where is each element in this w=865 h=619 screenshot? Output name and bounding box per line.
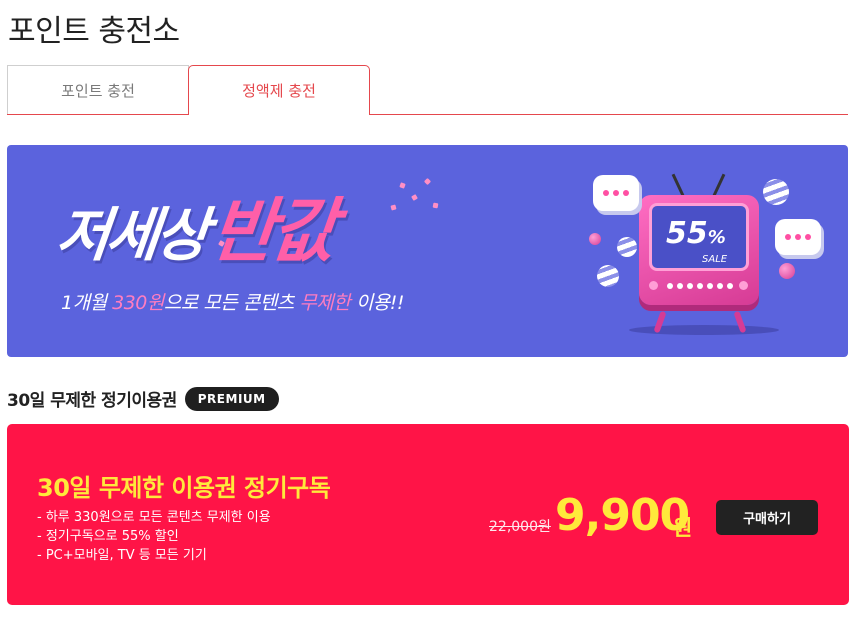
banner-headline-pink: 반값: [207, 190, 337, 272]
tab-subscription-charge[interactable]: 정액제 충전: [188, 65, 370, 116]
tv-percent-sign: %: [707, 227, 726, 248]
banner-headline-white: 저세상: [53, 201, 209, 269]
chat-bubble-icon: [593, 175, 639, 211]
tv-screen: 55% SALE: [649, 203, 749, 271]
tab-underline: [7, 114, 848, 115]
tv-body: 55% SALE: [639, 195, 759, 305]
pink-ball-decoration: [779, 263, 795, 279]
premium-badge: PREMIUM: [184, 386, 279, 411]
pink-ball-decoration: [589, 233, 601, 245]
tv-sale-label: SALE: [702, 254, 728, 265]
banner-sub-suffix: 이용!!: [350, 292, 405, 314]
banner-sub-prefix: 1개월: [61, 292, 113, 314]
section-title: 30일 무제한 정기이용권: [7, 391, 177, 411]
striped-ball-decoration: [597, 265, 619, 287]
banner-sub-mid: 으로 모든 콘텐츠: [163, 292, 300, 314]
chat-bubble-icon: [775, 219, 821, 255]
tv-percent: 55%: [666, 216, 726, 251]
tv-shadow: [629, 325, 779, 335]
product-feature: - 정기구독으로 55% 할인: [37, 529, 179, 544]
confetti-decoration: [423, 177, 432, 186]
tv-percent-value: 55: [666, 216, 708, 251]
product-feature: - PC+모바일, TV 등 모든 기기: [37, 548, 207, 563]
sale-price: 9,900: [555, 490, 690, 541]
banner-headline: 저세상반값: [53, 175, 338, 272]
section-header: 30일 무제한 정기이용권 PREMIUM: [7, 386, 279, 411]
confetti-decoration: [399, 182, 406, 189]
original-price: 22,000원: [489, 519, 551, 535]
striped-ball-decoration: [763, 179, 789, 205]
banner-sub-highlight: 무제한: [299, 292, 351, 314]
promo-banner[interactable]: 저세상반값 1개월 330원으로 모든 콘텐츠 무제한 이용!! 55% SAL…: [7, 145, 848, 357]
tv-knob: [649, 281, 658, 290]
tv-illustration: 55% SALE: [577, 165, 847, 355]
confetti-decoration: [432, 202, 439, 209]
product-card: 30일 무제한 이용권 정기구독 - 하루 330원으로 모든 콘텐츠 무제한 …: [7, 424, 849, 605]
tv-dots: [667, 283, 733, 289]
confetti-decoration: [390, 204, 397, 211]
tv-knob: [739, 281, 748, 290]
banner-sub-price: 330원: [112, 292, 164, 314]
product-feature: - 하루 330원으로 모든 콘텐츠 무제한 이용: [37, 510, 271, 525]
banner-subtitle: 1개월 330원으로 모든 콘텐츠 무제한 이용!!: [61, 288, 405, 315]
page: 포인트 충전소 포인트 충전 정액제 충전 저세상반값 1개월 330원으로 모…: [0, 0, 865, 619]
product-title: 30일 무제한 이용권 정기구독: [37, 474, 331, 502]
page-title: 포인트 충전소: [8, 14, 180, 49]
price-unit: 원: [673, 516, 693, 540]
striped-ball-decoration: [617, 237, 637, 257]
tab-point-charge[interactable]: 포인트 충전: [7, 65, 189, 114]
confetti-decoration: [411, 194, 418, 201]
tab-bar: 포인트 충전 정액제 충전: [7, 65, 848, 116]
product-features: - 하루 330원으로 모든 콘텐츠 무제한 이용 - 정기구독으로 55% 할…: [37, 508, 271, 565]
buy-button[interactable]: 구매하기: [716, 500, 818, 535]
